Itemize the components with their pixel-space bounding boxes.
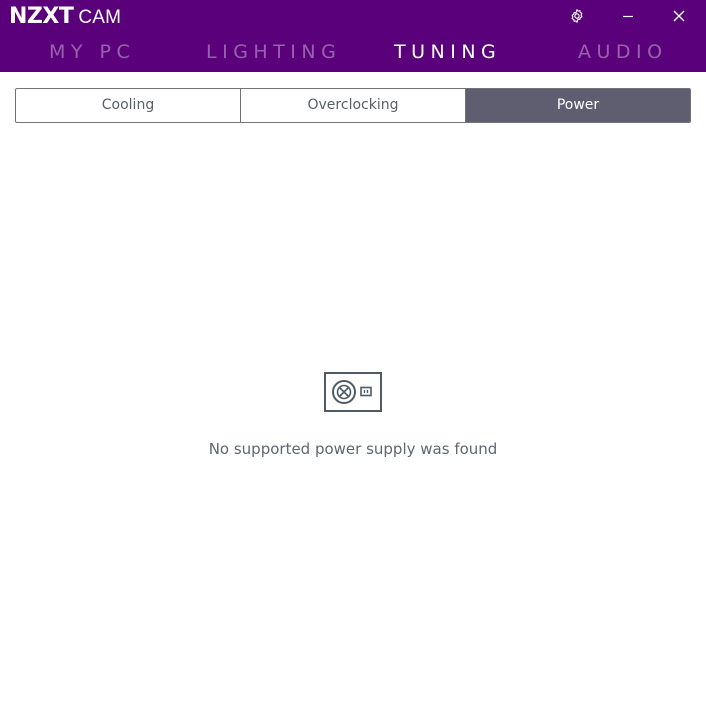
- empty-state: No supported power supply was found: [0, 372, 706, 458]
- subtab-overclocking[interactable]: Overclocking: [240, 89, 465, 122]
- title-bar: NZXT CAM MY PC LIGHTING TUNING AUDIO: [0, 0, 706, 72]
- minimize-button[interactable]: [611, 2, 645, 30]
- empty-state-message: No supported power supply was found: [208, 440, 498, 458]
- tab-my-pc[interactable]: MY PC: [49, 38, 135, 66]
- logo-brand: NZXT: [9, 4, 74, 29]
- subtab-cooling[interactable]: Cooling: [16, 89, 240, 122]
- app-window: NZXT CAM MY PC LIGHTING TUNING AUDIO Coo…: [0, 0, 706, 720]
- tab-tuning[interactable]: TUNING: [394, 38, 501, 66]
- tuning-subtabs: Cooling Overclocking Power: [15, 88, 691, 123]
- power-supply-icon: [324, 372, 382, 412]
- settings-button[interactable]: [560, 2, 594, 30]
- logo-product: CAM: [78, 7, 122, 28]
- tab-lighting[interactable]: LIGHTING: [206, 38, 341, 66]
- gear-icon: [571, 9, 583, 23]
- close-button[interactable]: [662, 2, 696, 30]
- tab-audio[interactable]: AUDIO: [578, 38, 668, 66]
- minimize-icon: [623, 15, 633, 18]
- app-logo: NZXT CAM: [9, 4, 121, 30]
- main-nav: MY PC LIGHTING TUNING AUDIO: [0, 38, 706, 66]
- close-icon: [673, 10, 685, 22]
- subtab-power[interactable]: Power: [465, 89, 690, 122]
